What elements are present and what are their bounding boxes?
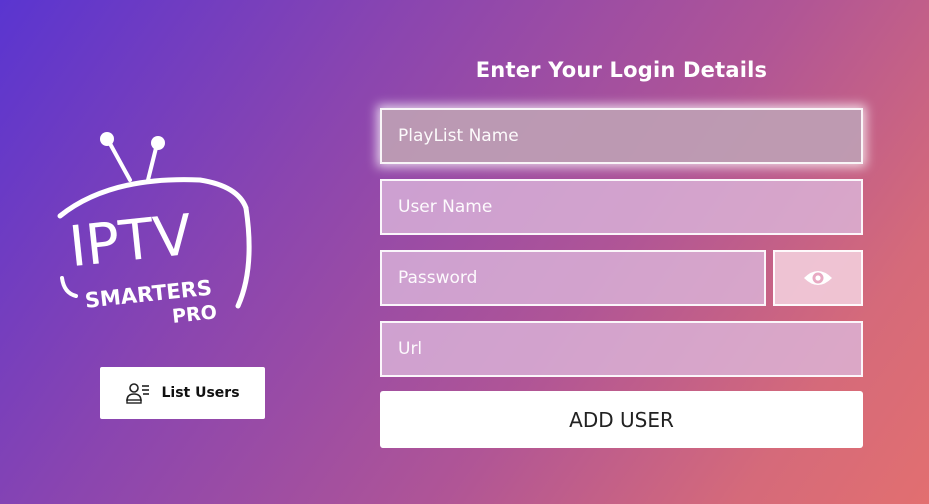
show-password-button[interactable]	[773, 250, 863, 306]
add-user-button[interactable]: ADD USER	[380, 391, 863, 448]
password-input[interactable]	[380, 250, 766, 306]
login-form-title: Enter Your Login Details	[475, 58, 768, 82]
eye-icon	[804, 271, 832, 285]
iptv-smarters-pro-logo: IPTV SMARTERS PRO	[50, 128, 255, 328]
tv-logo-icon: IPTV SMARTERS PRO	[57, 132, 252, 328]
url-input[interactable]	[380, 321, 863, 377]
logo-iptv-text: IPTV	[66, 203, 195, 280]
username-input[interactable]	[380, 179, 863, 235]
list-users-label: List Users	[161, 385, 240, 401]
users-list-icon	[125, 380, 151, 406]
playlist-name-input[interactable]	[380, 108, 863, 164]
logo-pro-text: PRO	[171, 301, 218, 328]
list-users-button[interactable]: List Users	[100, 367, 265, 419]
